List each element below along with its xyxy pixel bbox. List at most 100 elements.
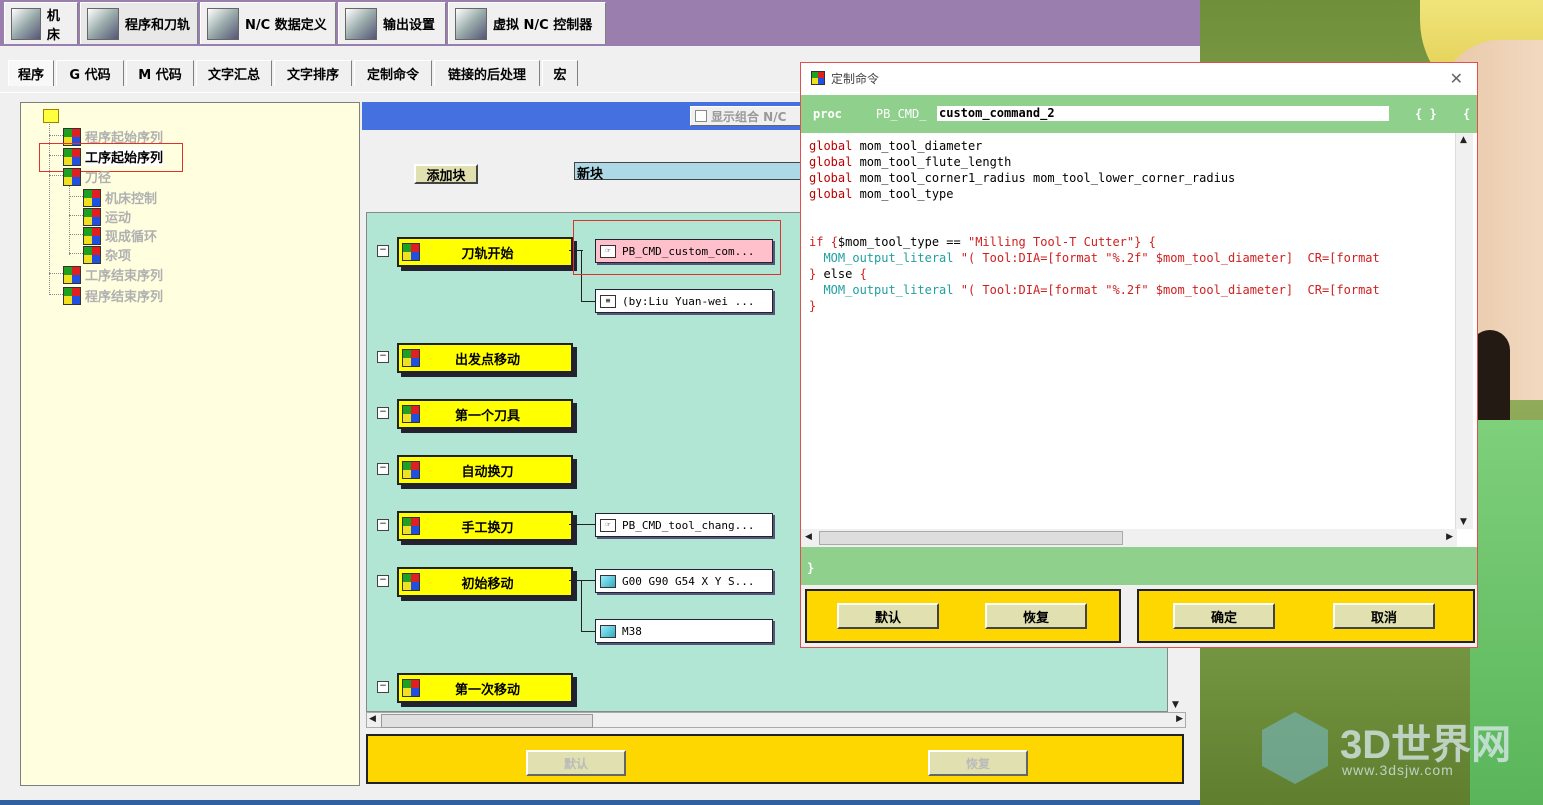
tree-item-toolpath[interactable]: 刀径 xyxy=(63,167,111,186)
left-button-group: 默认 恢复 xyxy=(805,589,1121,643)
event-from-move[interactable]: 出发点移动 xyxy=(397,343,573,373)
event-auto-tool-change[interactable]: 自动换刀 xyxy=(397,455,573,485)
code-line: MOM_output_literal "( Tool:DIA=[format "… xyxy=(809,251,1380,265)
event-label: 刀轨开始 xyxy=(461,246,514,262)
default-button[interactable]: 默认 xyxy=(837,603,939,629)
tab-label: 输出设置 xyxy=(383,18,436,33)
subtab-custom-command[interactable]: 定制命令 xyxy=(354,60,432,86)
event-toolpath-start[interactable]: 刀轨开始 xyxy=(397,237,573,267)
subtab-linked-post[interactable]: 链接的后处理 xyxy=(434,60,540,86)
subtab-word-summary[interactable]: 文字汇总 xyxy=(196,60,272,86)
collapse-toggle[interactable]: − xyxy=(377,519,389,531)
app-icon xyxy=(811,71,825,85)
restore-button-disabled[interactable]: 恢复 xyxy=(928,750,1028,776)
dialog-title: 定制命令 xyxy=(831,71,880,86)
code-line: global mom_tool_diameter xyxy=(809,139,983,153)
command-label: M38 xyxy=(622,624,642,638)
tree-item-misc[interactable]: 杂项 xyxy=(83,245,131,264)
command-label: (by:Liu Yuan-wei ... xyxy=(622,294,755,308)
event-first-move[interactable]: 第一次移动 xyxy=(397,673,573,703)
proc-brace-open: { xyxy=(1463,107,1471,121)
subtab-program[interactable]: 程序 xyxy=(8,60,54,86)
tree-item-canned-cycle[interactable]: 现成循环 xyxy=(83,226,157,245)
combine-nc-checkbox[interactable]: 显示组合 N/C xyxy=(690,106,810,126)
ok-button[interactable]: 确定 xyxy=(1173,603,1275,629)
block-icon xyxy=(600,624,616,638)
block-icon xyxy=(600,574,616,588)
combine-nc-label: 显示组合 N/C xyxy=(711,109,787,124)
command-block[interactable]: ☞ PB_CMD_tool_chang... xyxy=(595,513,773,537)
watermark-cube-icon xyxy=(1262,712,1328,784)
tree-root[interactable] xyxy=(43,109,59,123)
proc-name-input[interactable]: custom_command_2 xyxy=(937,106,1389,121)
default-button-disabled[interactable]: 默认 xyxy=(526,750,626,776)
subtab-m-code[interactable]: M 代码 xyxy=(126,60,194,86)
event-icon xyxy=(402,679,420,697)
machine-icon xyxy=(11,7,41,40)
tree-item-motion[interactable]: 运动 xyxy=(83,207,131,226)
nc-data-icon xyxy=(207,7,239,40)
add-block-button[interactable]: 添加块 xyxy=(414,164,478,184)
tree-item-program-end[interactable]: 程序结束序列 xyxy=(63,286,163,305)
document-icon: ≡ xyxy=(600,294,616,308)
event-first-tool[interactable]: 第一个刀具 xyxy=(397,399,573,429)
folder-icon xyxy=(43,109,59,123)
code-line: } else { xyxy=(809,267,867,281)
tab-label: N/C 数据定义 xyxy=(245,18,327,33)
code-line: } xyxy=(809,299,817,313)
event-label: 第一次移动 xyxy=(454,682,520,698)
printer-icon xyxy=(345,7,377,40)
tab-virtual-nc[interactable]: 虚拟 N/C 控制器 xyxy=(448,2,606,44)
event-manual-tool-change[interactable]: 手工换刀 xyxy=(397,511,573,541)
tab-label: 程序和刀轨 xyxy=(125,18,191,33)
command-block[interactable]: G00 G90 G54 X Y S... xyxy=(595,569,773,593)
event-label: 出发点移动 xyxy=(454,352,520,368)
tab-label: 虚拟 N/C 控制器 xyxy=(493,18,593,33)
collapse-toggle[interactable]: − xyxy=(377,681,389,693)
close-icon[interactable]: ✕ xyxy=(1450,69,1463,88)
collapse-toggle[interactable]: − xyxy=(377,463,389,475)
hand-icon: ☞ xyxy=(600,518,616,532)
subtab-word-sequence[interactable]: 文字排序 xyxy=(274,60,352,86)
event-initial-move[interactable]: 初始移动 xyxy=(397,567,573,597)
code-line: global mom_tool_type xyxy=(809,187,954,201)
tab-program-toolpath[interactable]: 程序和刀轨 xyxy=(80,2,198,44)
subtab-g-code[interactable]: G 代码 xyxy=(56,60,124,86)
proc-prefix: PB_CMD_ xyxy=(875,107,927,121)
code-horizontal-scrollbar[interactable]: ◀ ▶ xyxy=(801,529,1457,547)
subtab-macro[interactable]: 宏 xyxy=(542,60,578,86)
event-label: 初始移动 xyxy=(461,576,514,592)
tab-machine[interactable]: 机床 xyxy=(4,2,78,44)
tab-output[interactable]: 输出设置 xyxy=(338,2,446,44)
watermark: 3D世界网 www.3dsjw.com xyxy=(1256,706,1526,796)
proc-footer: } xyxy=(801,547,1477,585)
collapse-toggle[interactable]: − xyxy=(377,407,389,419)
collapse-toggle[interactable]: − xyxy=(377,575,389,587)
event-label: 第一个刀具 xyxy=(454,408,520,424)
sequence-icon xyxy=(63,167,81,186)
command-block[interactable]: M38 xyxy=(595,619,773,643)
collapse-toggle[interactable]: − xyxy=(377,351,389,363)
code-line: global mom_tool_corner1_radius mom_tool_… xyxy=(809,171,1236,185)
canvas-horizontal-scrollbar[interactable]: ◀ ▶ xyxy=(366,712,1186,728)
sequence-icon xyxy=(83,245,101,264)
tab-nc-data[interactable]: N/C 数据定义 xyxy=(200,2,336,44)
sequence-icon xyxy=(63,265,81,284)
command-block[interactable]: ≡ (by:Liu Yuan-wei ... xyxy=(595,289,773,313)
tree-label: 杂项 xyxy=(105,249,132,264)
cancel-button[interactable]: 取消 xyxy=(1333,603,1435,629)
new-block-field[interactable]: 新块 xyxy=(574,162,804,182)
restore-button[interactable]: 恢复 xyxy=(985,603,1087,629)
code-line: global mom_tool_flute_length xyxy=(809,155,1012,169)
collapse-toggle[interactable]: − xyxy=(377,245,389,257)
tree-item-machine-control[interactable]: 机床控制 xyxy=(83,188,157,207)
code-editor[interactable]: global mom_tool_diameter global mom_tool… xyxy=(801,133,1477,547)
event-icon xyxy=(402,573,420,591)
sequence-icon xyxy=(83,226,101,245)
event-icon xyxy=(402,461,420,479)
custom-command-dialog: 定制命令 ✕ proc PB_CMD_ custom_command_2 { }… xyxy=(800,62,1478,648)
tree-item-operation-end[interactable]: 工序结束序列 xyxy=(63,265,163,284)
tree-panel: 程序起始序列 工序起始序列 刀径 机床控制 运动 现成循环 杂项 工序结束序列 … xyxy=(20,102,360,786)
event-icon xyxy=(402,243,420,261)
code-vertical-scrollbar[interactable]: ▲ ▼ xyxy=(1455,133,1473,529)
